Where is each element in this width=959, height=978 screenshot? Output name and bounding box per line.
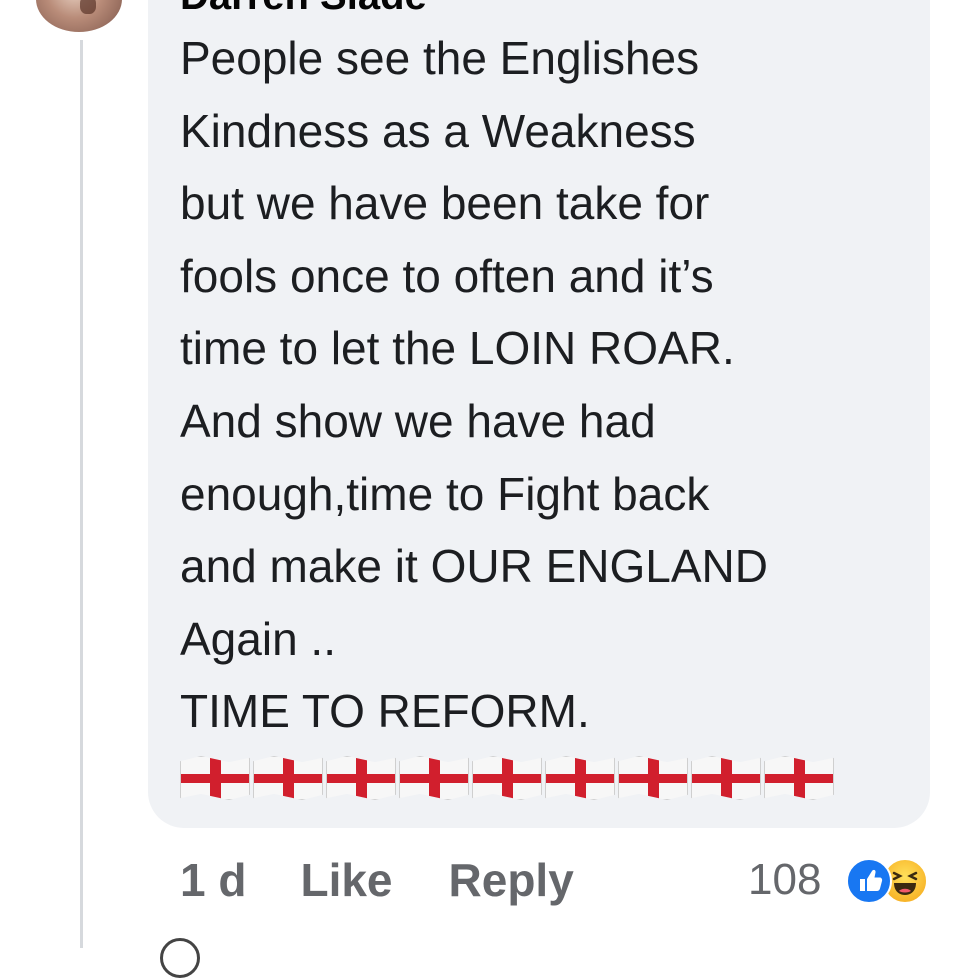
- like-button[interactable]: Like: [300, 853, 392, 907]
- comment-line: fools once to often and it’s: [180, 249, 714, 302]
- comment-line: enough,time to Fight back: [180, 467, 710, 520]
- reaction-icons[interactable]: [846, 858, 938, 904]
- next-comment-avatar[interactable]: [160, 938, 200, 978]
- thread-line: [80, 40, 83, 948]
- england-flag-icon: [253, 756, 323, 800]
- england-flag-icon: [545, 756, 615, 800]
- reaction-count[interactable]: 108: [748, 850, 821, 910]
- england-flag-icon: [618, 756, 688, 800]
- england-flag-icon: [399, 756, 469, 800]
- comment-timestamp[interactable]: 1 d: [180, 853, 246, 907]
- comment-line: And show we have had: [180, 394, 656, 447]
- comment-line: TIME TO REFORM.: [180, 685, 590, 738]
- comment-line: Again ..: [180, 612, 336, 665]
- england-flag-emoji-row: [180, 756, 834, 800]
- comment-line: and make it OUR ENGLAND: [180, 540, 768, 593]
- avatar[interactable]: [36, 0, 122, 32]
- reply-button[interactable]: Reply: [449, 853, 574, 907]
- comment-author[interactable]: Darren Slade: [180, 0, 427, 16]
- comment-line: People see the Englishes: [180, 32, 700, 84]
- england-flag-icon: [326, 756, 396, 800]
- like-reaction-icon: [846, 858, 892, 904]
- comment-actions: 1 d Like Reply: [180, 850, 574, 910]
- comment-line: time to let the LOIN ROAR.: [180, 322, 735, 375]
- comment-text: People see the Englishes Kindness as a W…: [180, 22, 920, 748]
- england-flag-icon: [764, 756, 834, 800]
- england-flag-icon: [472, 756, 542, 800]
- comment-line: Kindness as a Weakness: [180, 104, 696, 157]
- england-flag-icon: [691, 756, 761, 800]
- england-flag-icon: [180, 756, 250, 800]
- comment-line: but we have been take for: [180, 177, 710, 230]
